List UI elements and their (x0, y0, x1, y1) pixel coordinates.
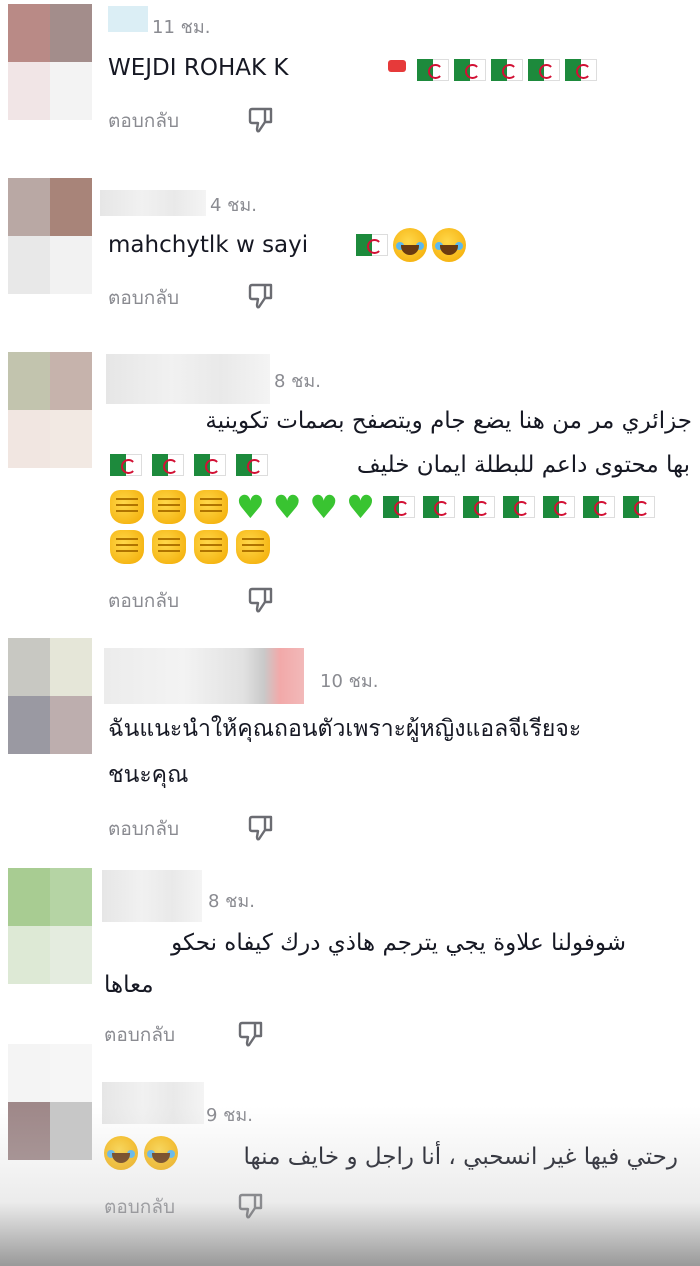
thumb-down-icon[interactable] (236, 1190, 266, 1220)
algeria-flag-icon (565, 59, 597, 81)
tears-of-joy-icon (104, 1136, 138, 1170)
comment-text: mahchytlk w sayi (108, 224, 308, 266)
username-blurred[interactable] (102, 1082, 204, 1124)
algeria-flag-icon (356, 234, 388, 256)
algeria-flag-icon (542, 496, 575, 518)
comment-timestamp: 4 ชม. (210, 195, 257, 216)
algeria-flag-icon (110, 454, 142, 476)
comment-text-line: معاها (104, 972, 154, 998)
comment-text: رحتي فيها غير انسحبي ، أنا راجل و خايف م… (243, 1144, 678, 1170)
comment-text-line: بها محتوى داعم للبطلة ايمان خليف (356, 452, 690, 478)
emoji-row: ♥ ♥ ♥ ♥ (110, 490, 655, 524)
username-blurred[interactable] (104, 648, 304, 704)
username-blurred[interactable] (106, 354, 270, 404)
green-heart-icon: ♥ (309, 488, 339, 526)
emoji-row (110, 530, 270, 564)
tears-of-joy-icon (144, 1136, 178, 1170)
raised-fist-icon (152, 530, 186, 564)
comment-text-content: WEJDI ROHAK K (108, 55, 289, 81)
raised-fist-icon (110, 530, 144, 564)
comment-text: WEJDI ROHAK K (108, 47, 288, 89)
green-heart-icon: ♥ (272, 488, 302, 526)
reply-button[interactable]: ตอบกลับ (108, 106, 179, 136)
algeria-flag-icon (382, 496, 415, 518)
raised-fist-icon (194, 530, 228, 564)
tears-of-joy-icon (432, 228, 466, 262)
avatar[interactable] (8, 178, 92, 294)
thumb-down-icon[interactable] (246, 812, 276, 842)
comment-text-line: شوفولنا علاوة يجي يترجم هاذي درك كيفاه ن… (171, 930, 626, 956)
raised-fist-icon (236, 530, 270, 564)
raised-fist-icon (194, 490, 228, 524)
reply-button[interactable]: ตอบกลับ (108, 814, 179, 844)
reply-button[interactable]: ตอบกลับ (108, 283, 179, 313)
comment-timestamp: 10 ชม. (320, 671, 379, 692)
comment-text-content: mahchytlk w sayi (108, 232, 309, 258)
thumb-down-icon[interactable] (236, 1018, 266, 1048)
reply-button[interactable]: ตอบกลับ (104, 1192, 175, 1222)
comment-text-line: جزائري مر من هنا يضع جام ويتصفح بصمات تك… (205, 408, 692, 434)
algeria-flag-icon (454, 59, 486, 81)
algeria-flag-icon (622, 496, 655, 518)
username-blurred[interactable] (108, 6, 148, 32)
comment-timestamp: 9 ชม. (206, 1105, 253, 1126)
tears-of-joy-icon (393, 228, 427, 262)
thumb-down-icon[interactable] (246, 280, 276, 310)
algeria-flag-icon (502, 496, 535, 518)
raised-fist-icon (110, 490, 144, 524)
avatar[interactable] (8, 1044, 92, 1160)
avatar[interactable] (8, 638, 92, 754)
algeria-flag-icon (194, 454, 226, 476)
thumb-down-icon[interactable] (246, 104, 276, 134)
algeria-flag-icon (491, 59, 523, 81)
reply-button[interactable]: ตอบกลับ (108, 586, 179, 616)
pin-icon (384, 56, 412, 84)
comment-text-line: ฉันแนะนำให้คุณถอนตัวเพราะผู้หญิงแอลจีเรี… (108, 716, 582, 742)
emoji-row (104, 1136, 178, 1170)
avatar[interactable] (8, 868, 92, 984)
comment-timestamp: 8 ชม. (274, 371, 321, 392)
avatar[interactable] (8, 4, 92, 120)
emoji-row (384, 56, 597, 84)
avatar[interactable] (8, 352, 92, 468)
comment-timestamp: 11 ชม. (152, 17, 211, 38)
raised-fist-icon (152, 490, 186, 524)
algeria-flag-icon (236, 454, 268, 476)
reply-button[interactable]: ตอบกลับ (104, 1020, 175, 1050)
emoji-row (110, 454, 268, 476)
green-heart-icon: ♥ (236, 488, 265, 526)
comment-timestamp: 8 ชม. (208, 891, 255, 912)
algeria-flag-icon (582, 496, 615, 518)
algeria-flag-icon (528, 59, 560, 81)
username-blurred[interactable] (102, 870, 202, 922)
algeria-flag-icon (462, 496, 495, 518)
algeria-flag-icon (152, 454, 184, 476)
comment-text-line: ชนะคุณ (108, 762, 189, 788)
emoji-row (356, 228, 466, 262)
green-heart-icon: ♥ (346, 488, 375, 526)
bottom-shadow-overlay (0, 1106, 700, 1266)
username-blurred[interactable] (100, 190, 206, 216)
algeria-flag-icon (417, 59, 449, 81)
thumb-down-icon[interactable] (246, 584, 276, 614)
algeria-flag-icon (422, 496, 455, 518)
